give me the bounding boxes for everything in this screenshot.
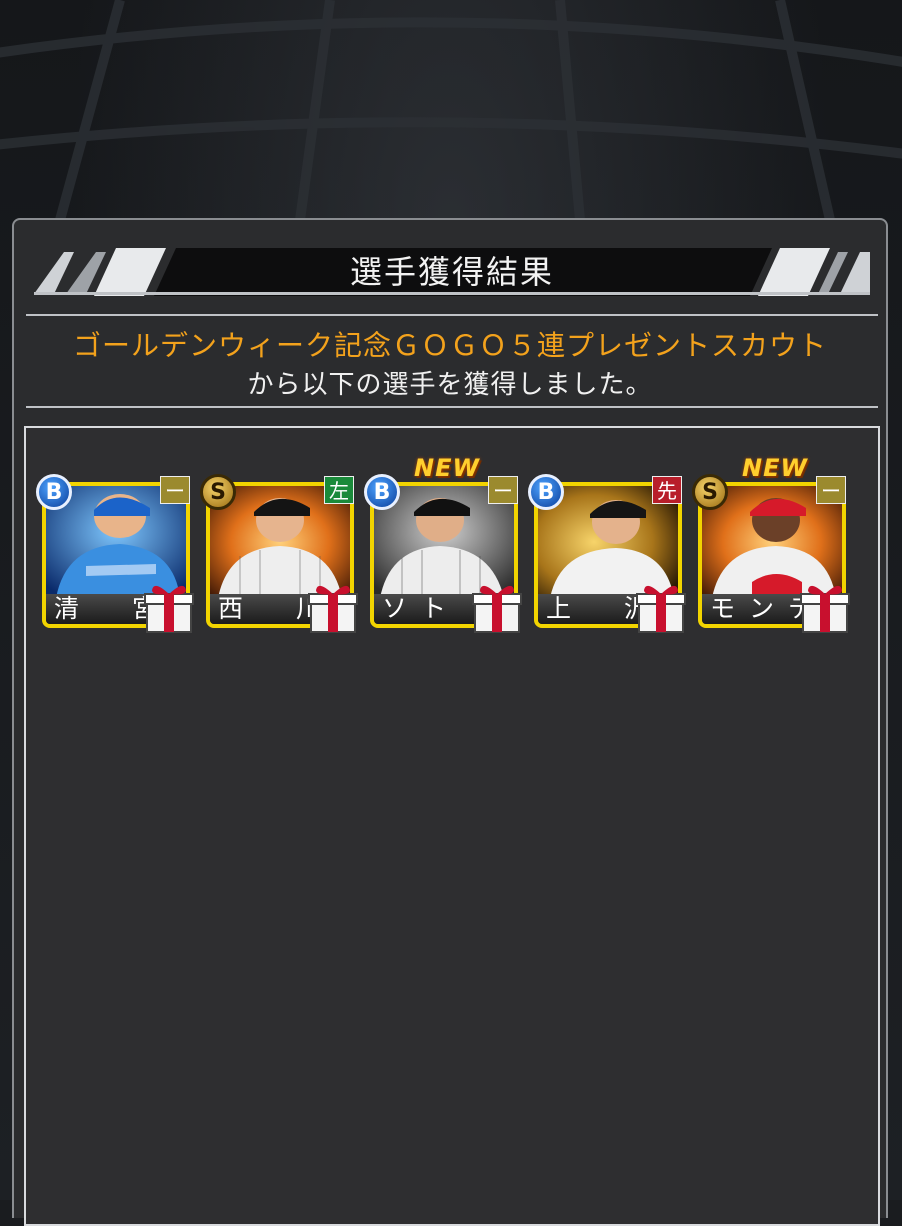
- player-card[interactable]: 清 宮 B ー: [36, 474, 194, 633]
- result-panel: 選手獲得結果 ゴールデンウィーク記念ＧＯＧＯ５連プレゼントスカウト から以下の選…: [12, 218, 888, 1226]
- page-title: 選手獲得結果: [349, 253, 554, 291]
- divider-top: [26, 314, 878, 316]
- position-badge: 先: [652, 476, 682, 504]
- rank-badge: B: [36, 474, 72, 510]
- new-badge: NEW: [414, 454, 480, 482]
- player-card[interactable]: 上 沢 B 先: [528, 474, 686, 633]
- player-card[interactable]: ソト B ー NEW: [364, 454, 522, 633]
- rank-badge: B: [364, 474, 400, 510]
- position-badge: 左: [324, 476, 354, 504]
- title-bar: 選手獲得結果: [34, 246, 870, 298]
- gift-box-icon: [144, 585, 194, 633]
- gift-box-icon: [472, 585, 522, 633]
- position-badge: ー: [816, 476, 846, 504]
- player-card[interactable]: 西 川 S 左: [200, 474, 358, 633]
- position-badge: ー: [488, 476, 518, 504]
- scout-description: から以下の選手を獲得しました。: [247, 370, 653, 400]
- acquired-players-list: 清 宮 B ー 西 川 S 左 ソト B ー NEW 上 沢 B 先 モンテ S…: [24, 426, 880, 1226]
- position-badge: ー: [160, 476, 190, 504]
- divider-bottom: [26, 406, 878, 408]
- gift-box-icon: [636, 585, 686, 633]
- scout-name: ゴールデンウィーク記念ＧＯＧＯ５連プレゼントスカウト: [72, 329, 827, 362]
- rank-badge: S: [200, 474, 236, 510]
- gift-box-icon: [308, 585, 358, 633]
- new-badge: NEW: [742, 454, 808, 482]
- player-card[interactable]: モンテ S ー NEW: [692, 454, 850, 633]
- gift-box-icon: [800, 585, 850, 633]
- rank-badge: B: [528, 474, 564, 510]
- rank-badge: S: [692, 474, 728, 510]
